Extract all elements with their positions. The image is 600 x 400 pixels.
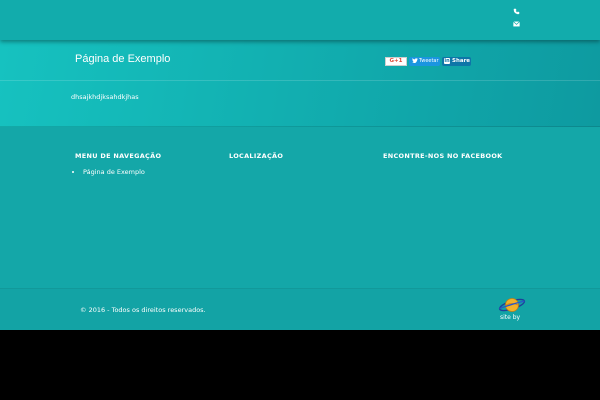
footer-nav-link[interactable]: Página de Exemplo bbox=[83, 168, 145, 176]
footer-nav-list: Página de Exemplo bbox=[75, 168, 145, 176]
site-by-text: site by bbox=[500, 314, 521, 321]
copyright-text: © 2016 - Todos os direitos reservados. bbox=[80, 306, 206, 314]
tweet-label: Tweetar bbox=[419, 58, 439, 64]
page-banner: Página de Exemplo G+1 Tweetar in Share dh… bbox=[0, 40, 600, 127]
empty-area bbox=[0, 330, 600, 400]
twitter-bird-icon bbox=[412, 57, 418, 63]
linkedin-icon: in bbox=[444, 58, 450, 64]
footer-title-location: LOCALIZAÇÃO bbox=[229, 152, 284, 160]
banner-divider bbox=[0, 80, 600, 81]
tweet-button[interactable]: Tweetar bbox=[409, 57, 440, 66]
footer-title-navigation: MENU DE NAVEGAÇÃO bbox=[75, 152, 162, 160]
footer-bottom-bar: © 2016 - Todos os direitos reservados. s… bbox=[0, 289, 600, 330]
footer-nav-item[interactable]: Página de Exemplo bbox=[83, 168, 145, 176]
page-content-text: dhsajkhdjksahdkjhas bbox=[71, 93, 139, 101]
mail-icon[interactable] bbox=[510, 20, 522, 30]
site-header bbox=[0, 0, 600, 40]
page: Página de Exemplo G+1 Tweetar in Share dh… bbox=[0, 0, 600, 330]
page-title: Página de Exemplo bbox=[75, 53, 171, 65]
footer-title-facebook: ENCONTRE-NOS NO FACEBOOK bbox=[383, 152, 503, 160]
footer-widgets: MENU DE NAVEGAÇÃO Página de Exemplo LOCA… bbox=[0, 127, 600, 287]
planet-logo-icon[interactable] bbox=[498, 296, 526, 314]
gplus-share-button[interactable]: G+1 bbox=[385, 57, 407, 66]
phone-icon[interactable] bbox=[510, 8, 522, 18]
linkedin-share-label: Share bbox=[452, 58, 471, 64]
linkedin-share-button[interactable]: in Share bbox=[442, 57, 471, 66]
